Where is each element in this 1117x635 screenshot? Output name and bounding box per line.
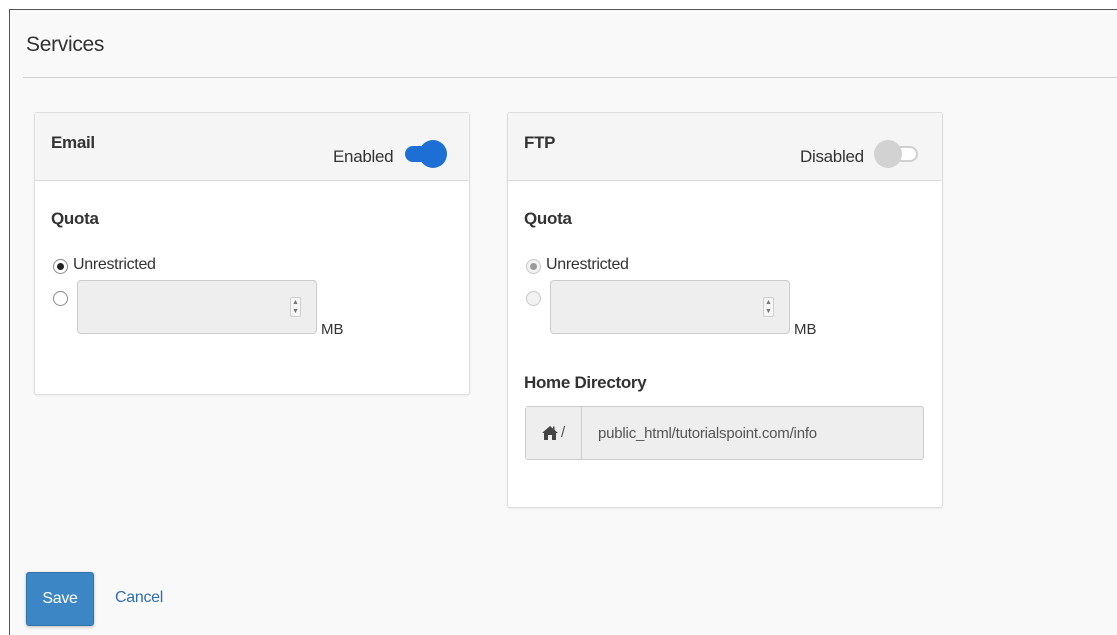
email-quota-label: Quota	[51, 209, 99, 228]
email-custom-quota-radio[interactable]	[53, 291, 68, 306]
email-quota-input[interactable]: ▲ ▼	[77, 280, 317, 334]
home-directory-addon: /	[526, 407, 582, 459]
ftp-panel: FTP Disabled Quota Unrestricted ▲ ▼ MB Ho…	[507, 112, 943, 508]
toggle-knob	[874, 140, 902, 168]
ftp-quota-input[interactable]: ▲ ▼	[550, 280, 790, 334]
save-button[interactable]: Save	[26, 572, 94, 626]
toggle-knob	[419, 140, 447, 168]
cancel-link[interactable]: Cancel	[115, 589, 163, 607]
email-quota-unit: MB	[321, 321, 344, 338]
email-enabled-toggle[interactable]	[405, 139, 447, 169]
ftp-quota-label: Quota	[524, 209, 572, 228]
ftp-quota-unit: MB	[794, 321, 817, 338]
email-panel: Email Enabled Quota Unrestricted ▲ ▼ MB	[34, 112, 470, 395]
email-panel-title: Email	[51, 133, 95, 152]
email-status-label: Enabled	[333, 147, 394, 166]
ftp-unrestricted-radio[interactable]	[526, 259, 541, 274]
ftp-home-directory-label: Home Directory	[524, 373, 647, 392]
ftp-enabled-toggle[interactable]	[874, 139, 918, 169]
ftp-unrestricted-label[interactable]: Unrestricted	[546, 256, 629, 274]
email-panel-header: Email Enabled	[35, 113, 469, 181]
ftp-panel-title: FTP	[524, 133, 556, 152]
home-icon	[542, 426, 558, 440]
page-title: Services	[26, 33, 105, 56]
ftp-custom-quota-radio[interactable]	[526, 291, 541, 306]
email-unrestricted-label[interactable]: Unrestricted	[73, 256, 156, 274]
ftp-status-label: Disabled	[800, 147, 864, 166]
email-unrestricted-radio[interactable]	[53, 259, 68, 274]
spinner-arrows-icon[interactable]: ▲ ▼	[763, 297, 774, 317]
home-directory-prefix: /	[561, 424, 566, 441]
ftp-home-directory-field[interactable]: / public_html/tutorialspoint.com/info	[525, 406, 924, 460]
title-divider	[23, 77, 1117, 78]
ftp-panel-header: FTP Disabled	[508, 113, 942, 181]
spinner-arrows-icon[interactable]: ▲ ▼	[290, 297, 301, 317]
home-directory-value: public_html/tutorialspoint.com/info	[598, 425, 817, 442]
